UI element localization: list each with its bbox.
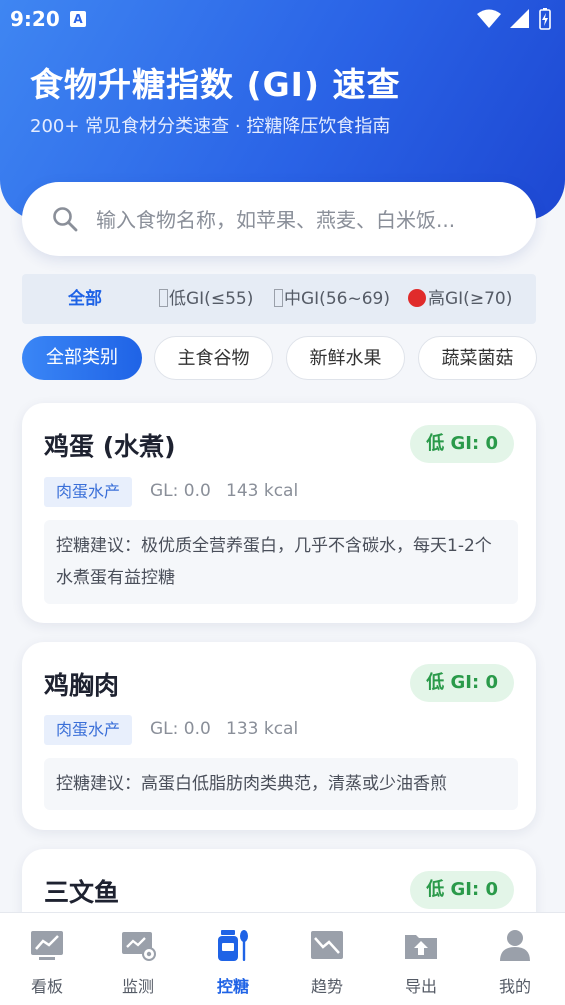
- chip-vegetables-mushrooms[interactable]: 蔬菜菌菇: [418, 336, 537, 380]
- search-input[interactable]: [94, 196, 518, 244]
- battery-icon: [539, 8, 551, 30]
- calorie-value: 133 kcal: [226, 719, 299, 739]
- tab-gi-medium[interactable]: 中GI(56~69): [274, 274, 390, 324]
- tab-gi-all[interactable]: 全部: [68, 274, 102, 324]
- nav-label: 监测: [121, 977, 154, 996]
- calorie-value: 143 kcal: [226, 481, 299, 501]
- gi-filter-bar: 全部 低GI(≤55) 中GI(56~69) 高GI(≥70): [22, 274, 536, 324]
- user-icon: [500, 930, 530, 961]
- nav-label: 控糖: [216, 977, 249, 996]
- gl-value: GL: 0.0: [150, 719, 211, 739]
- notification-a-icon: A: [70, 11, 86, 27]
- nav-label: 趋势: [310, 977, 343, 996]
- gi-badge: 低 GI: 0: [410, 425, 514, 463]
- red-circle-icon: [408, 289, 426, 307]
- search-icon: [53, 207, 78, 232]
- page-subtitle: 200+ 常见食材分类速查 · 控糖降压饮食指南: [30, 116, 391, 137]
- nav-item-profile[interactable]: 我的: [468, 913, 562, 1005]
- chip-all-categories[interactable]: 全部类别: [22, 336, 142, 380]
- monitor-icon: [122, 932, 156, 961]
- nav-item-monitor[interactable]: 监测: [91, 913, 185, 1005]
- status-icons: [473, 8, 551, 30]
- nav-label: 我的: [498, 977, 531, 996]
- nav-item-trends[interactable]: 趋势: [280, 913, 374, 1005]
- tab-gi-high[interactable]: 高GI(≥70): [408, 274, 512, 324]
- food-name: 三文鱼: [44, 878, 120, 907]
- gl-value: GL: 0.0: [150, 481, 211, 501]
- category-tag: 肉蛋水产: [44, 715, 133, 745]
- export-folder-icon: [405, 935, 437, 959]
- missing-glyph-icon: [159, 289, 168, 307]
- missing-glyph-icon: [274, 289, 283, 307]
- tab-gi-low[interactable]: 低GI(≤55): [159, 274, 253, 324]
- tab-label: 高GI(≥70): [428, 289, 513, 309]
- nav-item-dashboard[interactable]: 看板: [0, 913, 94, 1005]
- food-card[interactable]: 鸡胸肉 低 GI: 0 肉蛋水产 GL: 0.0 133 kcal 控糖建议：高…: [22, 642, 536, 830]
- gi-badge: 低 GI: 0: [410, 871, 514, 909]
- search-bar[interactable]: [22, 182, 536, 256]
- nav-item-glucose-control[interactable]: 控糖: [186, 913, 280, 1005]
- category-tag: 肉蛋水产: [44, 477, 133, 507]
- bottom-nav: 看板 监测 控糖 趋势 导出 我的: [0, 912, 565, 1005]
- tab-label: 中GI(56~69): [284, 289, 390, 309]
- trend-icon: [311, 931, 343, 959]
- page-title: 食物升糖指数 (GI) 速查: [30, 65, 401, 104]
- food-name: 鸡蛋 (水煮): [44, 432, 176, 461]
- food-card[interactable]: 鸡蛋 (水煮) 低 GI: 0 肉蛋水产 GL: 0.0 143 kcal 控糖…: [22, 403, 536, 623]
- tab-label: 低GI(≤55): [169, 289, 254, 309]
- nav-label: 导出: [404, 977, 437, 996]
- category-chip-row: 全部类别 主食谷物 新鲜水果 蔬菜菌菇: [22, 336, 565, 382]
- dashboard-chart-icon: [31, 931, 63, 960]
- nav-label: 看板: [30, 977, 63, 996]
- food-jar-spoon-icon: [218, 930, 248, 961]
- signal-icon: [509, 9, 529, 28]
- status-bar: 9:20 A: [0, 0, 565, 38]
- gi-badge: 低 GI: 0: [410, 664, 514, 702]
- status-time: 9:20: [10, 7, 60, 31]
- advice-box: 控糖建议：高蛋白低脂肪肉类典范，清蒸或少油香煎: [44, 758, 518, 810]
- nav-item-export[interactable]: 导出: [374, 913, 468, 1005]
- chip-staple-grains[interactable]: 主食谷物: [154, 336, 273, 380]
- advice-box: 控糖建议：极优质全营养蛋白，几乎不含碳水，每天1-2个水煮蛋有益控糖: [44, 520, 518, 604]
- wifi-icon: [476, 9, 501, 28]
- tab-label: 全部: [68, 289, 102, 309]
- chip-fresh-fruit[interactable]: 新鲜水果: [286, 336, 405, 380]
- food-name: 鸡胸肉: [44, 671, 120, 700]
